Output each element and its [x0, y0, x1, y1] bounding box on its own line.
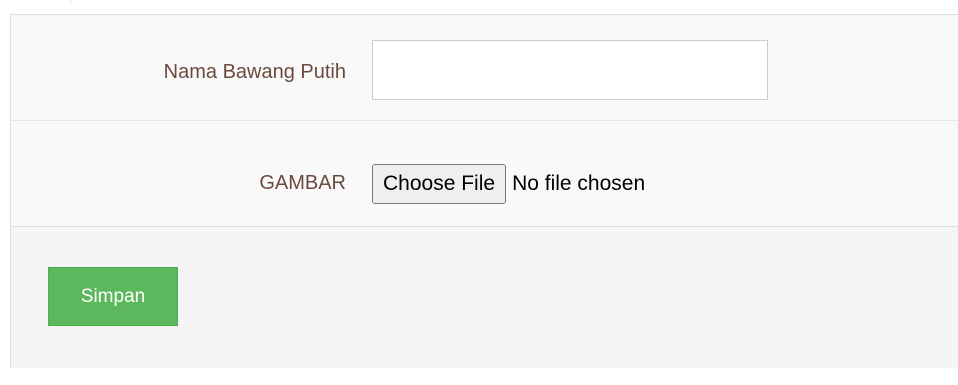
save-button[interactable]: Simpan [48, 267, 178, 326]
form-panel: Nama Bawang Putih GAMBAR Choose File No … [10, 14, 958, 368]
form-row-name: Nama Bawang Putih [11, 15, 958, 121]
name-field-label: Nama Bawang Putih [163, 61, 346, 83]
image-field-label: GAMBAR [259, 172, 346, 194]
file-status-text: No file chosen [512, 172, 646, 195]
name-input[interactable] [372, 40, 768, 100]
form-footer: Simpan [11, 227, 958, 368]
top-divider-tick [70, 0, 71, 4]
form-row-image: GAMBAR Choose File No file chosen [11, 121, 958, 227]
page: Nama Bawang Putih GAMBAR Choose File No … [0, 0, 958, 385]
file-input[interactable]: Choose File No file chosen [372, 164, 645, 204]
choose-file-button[interactable]: Choose File [372, 164, 507, 204]
